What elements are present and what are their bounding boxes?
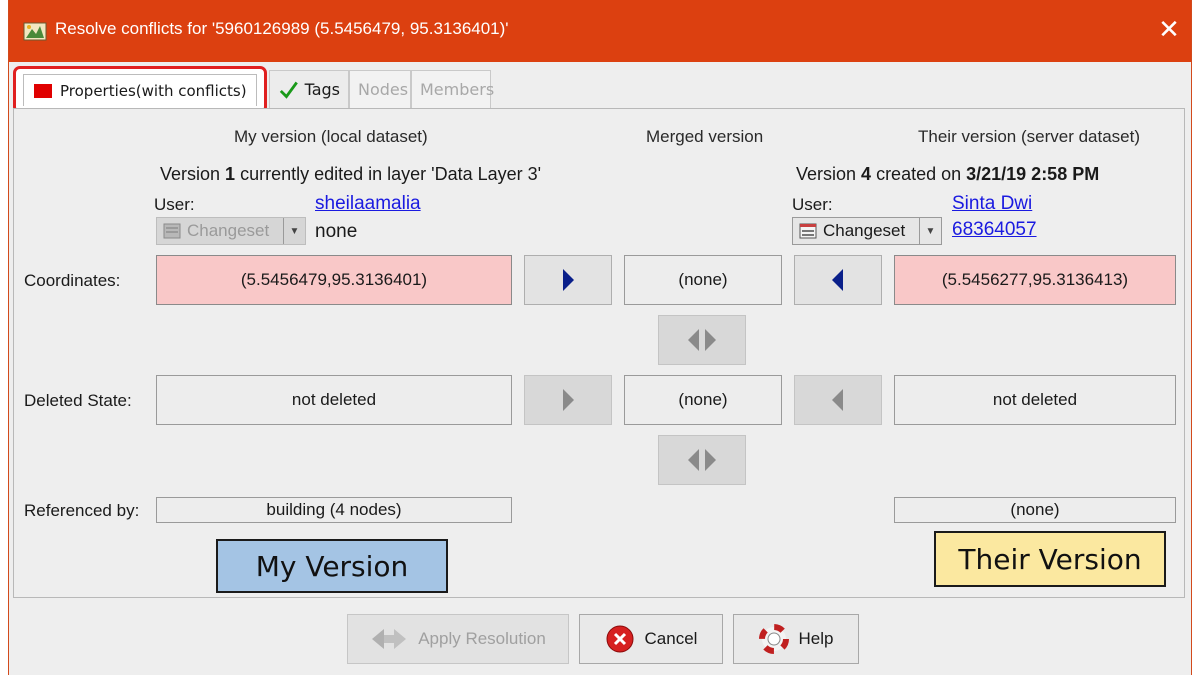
merged-coordinates-field: (none) [624,255,782,305]
take-mine-deleted-button[interactable] [524,375,612,425]
their-version-prefix: Version [796,164,862,184]
tab-members[interactable]: Members [411,70,495,108]
changeset-icon [799,223,817,239]
arrow-left-icon [832,389,843,411]
their-deleted-state-field: not deleted [894,375,1176,425]
undecide-icon [688,329,716,351]
my-changeset-label: Changeset [187,221,270,240]
arrow-right-icon [563,389,574,411]
arrow-right-icon [563,269,574,291]
my-version-header: My version (local dataset) [234,127,428,146]
their-changeset-label: Changeset [823,221,906,240]
take-mine-coordinates-button[interactable] [524,255,612,305]
take-theirs-deleted-button[interactable] [794,375,882,425]
properties-panel: My version (local dataset) Merged versio… [13,108,1185,598]
my-referenced-by-field: building (4 nodes) [156,497,512,523]
my-version-prefix: Version [160,164,226,184]
their-user-link[interactable]: Sinta Dwi [952,193,1032,215]
cancel-icon [606,625,634,653]
title-bar: Resolve conflicts for '5960126989 (5.545… [9,0,1191,62]
merged-deleted-state-field: (none) [624,375,782,425]
tab-members-label: Members [420,80,495,99]
help-button[interactable]: Help [733,614,859,664]
my-coordinates-field: (5.5456479,95.3136401) [156,255,512,305]
tab-nodes-label: Nodes [358,80,409,99]
tab-properties[interactable]: Properties(with conflicts) [23,74,257,106]
coordinates-label: Coordinates: [24,271,121,290]
tab-tags[interactable]: Tags [269,70,349,108]
their-referenced-by-field: (none) [894,497,1176,523]
undecide-icon [688,449,716,471]
undecide-deleted-button[interactable] [658,435,746,485]
their-version-mid: created on [871,164,967,184]
my-version-suffix: currently edited in layer 'Data Layer 3' [235,164,542,184]
merged-version-header: Merged version [646,127,764,146]
cancel-label: Cancel [644,629,698,648]
undecide-coordinates-button[interactable] [658,315,746,365]
josm-app-icon [23,22,47,41]
tab-properties-label: Properties(with conflicts) [60,81,247,100]
referenced-by-label: Referenced by: [24,501,140,520]
my-version-number: 1 [225,164,236,184]
apply-resolution-button[interactable]: Apply Resolution [347,614,569,664]
their-version-header: Their version (server dataset) [918,127,1141,146]
my-deleted-state-field: not deleted [156,375,512,425]
their-changeset-link[interactable]: 68364057 [952,219,1037,241]
their-version-info: Version 4 created on 3/21/19 2:58 PM [796,164,1099,185]
resolve-conflicts-dialog: Resolve conflicts for '5960126989 (5.545… [8,0,1192,675]
my-version-annotation: My Version [216,539,448,593]
my-user-link[interactable]: sheilaamalia [315,193,421,215]
my-version-info: Version 1 currently edited in layer 'Dat… [160,164,541,185]
deleted-state-label: Deleted State: [24,391,132,410]
my-user-label: User: [154,195,195,214]
close-icon[interactable]: ✕ [1151,12,1187,48]
checkmark-icon [279,81,298,99]
their-version-date: 3/21/19 2:58 PM [966,164,1100,184]
tab-tags-label: Tags [304,80,340,99]
chevron-down-icon: ▼ [283,218,305,244]
help-label: Help [798,629,834,648]
tab-nodes[interactable]: Nodes [349,70,411,108]
take-theirs-coordinates-button[interactable] [794,255,882,305]
their-changeset-dropdown[interactable]: Changeset ▼ [792,217,942,245]
window-title: Resolve conflicts for '5960126989 (5.545… [55,19,509,38]
apply-resolution-label: Apply Resolution [418,629,546,648]
their-coordinates-field: (5.5456277,95.3136413) [894,255,1176,305]
their-version-number: 4 [861,164,872,184]
cancel-button[interactable]: Cancel [579,614,723,664]
my-changeset-value: none [315,221,358,242]
their-user-label: User: [792,195,833,214]
chevron-down-icon: ▼ [919,218,941,244]
apply-resolution-icon [372,629,407,649]
arrow-left-icon [832,269,843,291]
their-version-annotation: Their Version [934,531,1166,587]
conflict-indicator-icon [34,83,52,98]
my-changeset-dropdown[interactable]: Changeset ▼ [156,217,306,245]
changeset-icon [163,223,181,239]
help-lifebuoy-icon [758,624,789,654]
